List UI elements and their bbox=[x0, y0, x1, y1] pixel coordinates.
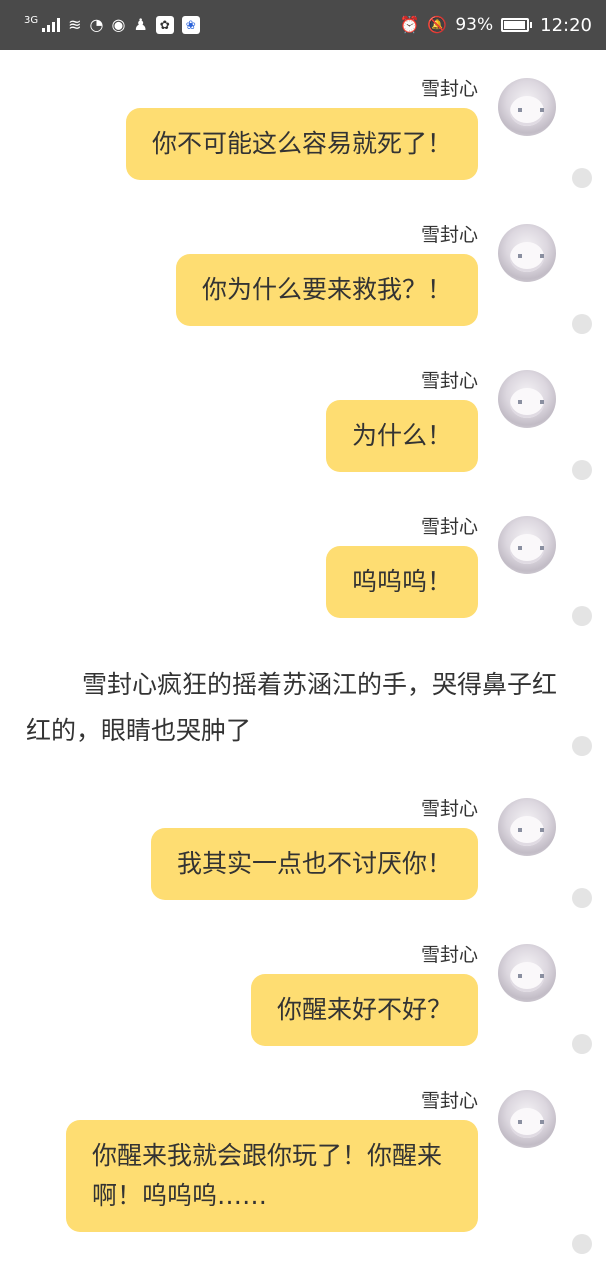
network-type-label: 3G bbox=[24, 14, 39, 26]
avatar[interactable] bbox=[498, 516, 556, 574]
message-bubble[interactable]: 你醒来我就会跟你玩了！你醒来啊！呜呜呜…… bbox=[66, 1120, 478, 1232]
sender-name: 雪封心 bbox=[420, 78, 478, 100]
battery-icon bbox=[501, 18, 533, 32]
status-bar: 3G ≋ ◔ ◉ ♟ ✿ ❀ ⏰ 🔕 93% 12:20 bbox=[0, 0, 606, 50]
avatar[interactable] bbox=[498, 944, 556, 1002]
status-dot bbox=[572, 168, 592, 188]
status-dot bbox=[572, 1034, 592, 1054]
avatar[interactable] bbox=[498, 224, 556, 282]
alarm-icon: ⏰ bbox=[399, 15, 420, 34]
data-usage-icon: ◔ bbox=[89, 15, 104, 34]
status-bar-left: 3G ≋ ◔ ◉ ♟ ✿ ❀ bbox=[24, 14, 200, 34]
sender-name: 雪封心 bbox=[420, 370, 478, 392]
message-bubble[interactable]: 你为什么要来救我？！ bbox=[175, 254, 478, 326]
avatar[interactable] bbox=[498, 370, 556, 428]
sender-name: 雪封心 bbox=[420, 1090, 478, 1112]
status-dot bbox=[572, 606, 592, 626]
status-dot bbox=[572, 314, 592, 334]
status-dot bbox=[572, 736, 592, 756]
pet-app-icon: ✿ bbox=[155, 16, 174, 34]
message-bubble[interactable]: 为什么！ bbox=[325, 400, 478, 472]
avatar[interactable] bbox=[498, 78, 556, 136]
mute-icon: 🔕 bbox=[427, 15, 448, 34]
message-bubble[interactable]: 你不可能这么容易就死了！ bbox=[125, 108, 478, 180]
status-dot bbox=[572, 460, 592, 480]
narration-text: 雪封心疯狂的摇着苏涵江的手，哭得鼻子红红的，眼睛也哭肿了 bbox=[26, 670, 558, 745]
signal-icon bbox=[42, 18, 61, 32]
status-dot bbox=[572, 1234, 592, 1254]
qq-icon: ♟ bbox=[133, 15, 148, 34]
message-bubble[interactable]: 呜呜呜！ bbox=[325, 546, 478, 618]
sender-name: 雪封心 bbox=[420, 944, 478, 966]
eye-icon: ◉ bbox=[111, 15, 126, 34]
avatar[interactable] bbox=[498, 1090, 556, 1148]
clock: 12:20 bbox=[540, 14, 592, 36]
sender-name: 雪封心 bbox=[420, 798, 478, 820]
battery-percent: 93% bbox=[455, 15, 494, 35]
avatar[interactable] bbox=[498, 798, 556, 856]
status-bar-right: ⏰ 🔕 93% 12:20 bbox=[399, 15, 592, 36]
message-bubble[interactable]: 我其实一点也不讨厌你！ bbox=[150, 828, 478, 900]
sender-name: 雪封心 bbox=[420, 224, 478, 246]
status-dot bbox=[572, 888, 592, 908]
message-bubble[interactable]: 你醒来好不好？ bbox=[250, 974, 478, 1046]
sender-name: 雪封心 bbox=[420, 516, 478, 538]
baidu-app-icon: ❀ bbox=[181, 16, 200, 34]
wifi-icon: ≋ bbox=[68, 15, 82, 34]
